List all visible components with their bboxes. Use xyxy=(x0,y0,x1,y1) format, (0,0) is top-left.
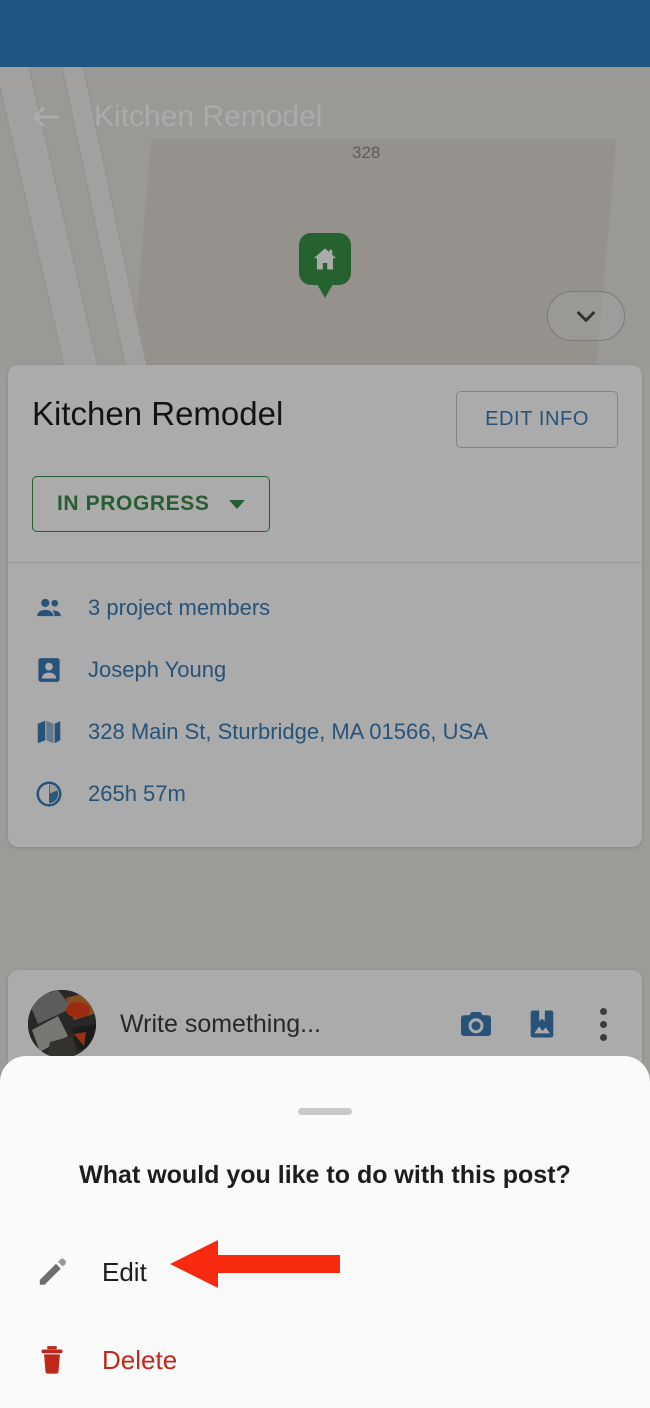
sheet-item-delete[interactable]: Delete xyxy=(0,1316,650,1404)
bottom-sheet-title: What would you like to do with this post… xyxy=(79,1161,571,1189)
sheet-item-label: Delete xyxy=(102,1344,178,1375)
status-bar xyxy=(0,0,650,67)
sheet-item-label: Edit xyxy=(102,1256,147,1287)
drag-handle[interactable] xyxy=(298,1108,352,1115)
left-arrow-annotation xyxy=(170,1238,340,1290)
bottom-sheet: What would you like to do with this post… xyxy=(0,1056,650,1408)
pencil-icon xyxy=(32,1252,72,1292)
app-screen: 328 Kitchen Remodel Kitchen Remodel EDIT… xyxy=(0,0,650,1408)
trash-icon xyxy=(32,1340,72,1380)
